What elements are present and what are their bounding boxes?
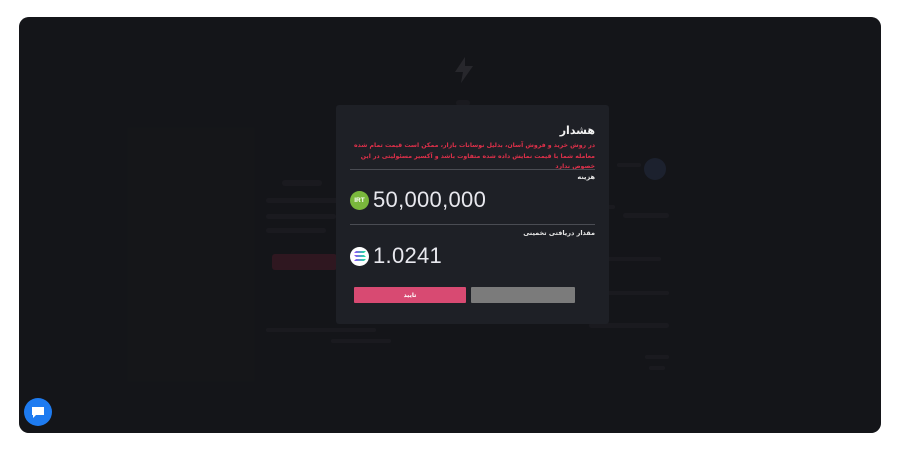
chat-button[interactable]: [24, 398, 52, 426]
irt-icon: IRT: [350, 190, 369, 210]
receive-row: 1.0241: [350, 243, 442, 269]
divider: [350, 224, 595, 225]
modal-title: هشدار: [559, 124, 595, 137]
app-frame: هشدار در روش خرید و فروش آسان، بدلیل نوس…: [19, 17, 881, 433]
confirm-button[interactable]: تایید: [354, 287, 466, 303]
warning-message: در روش خرید و فروش آسان، بدلیل نوسانات ب…: [354, 142, 595, 170]
cancel-button[interactable]: [471, 287, 575, 303]
cost-row: IRT 50,000,000: [350, 187, 486, 213]
solana-icon: [350, 246, 369, 266]
cost-label: هزینه: [577, 173, 595, 181]
chat-icon: [32, 406, 44, 418]
receive-label: مقدار دریافتی تخمینی: [523, 229, 595, 237]
divider: [350, 169, 595, 170]
receive-value: 1.0241: [373, 243, 443, 268]
warning-modal: هشدار در روش خرید و فروش آسان، بدلیل نوس…: [336, 105, 609, 324]
cost-value: 50,000,000: [373, 187, 487, 212]
